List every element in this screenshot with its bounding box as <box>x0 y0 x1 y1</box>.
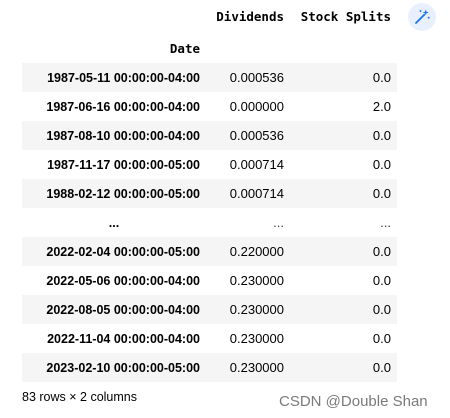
table-row: 2022-11-04 00:00:00-04:00 0.230000 0.0 <box>22 324 397 353</box>
table-row: 2022-05-06 00:00:00-04:00 0.230000 0.0 <box>22 266 397 295</box>
cell-stock-splits: 0.0 <box>372 273 391 288</box>
row-index-ellipsis: ... <box>108 215 120 230</box>
cell-stock-splits: 0.0 <box>372 244 391 259</box>
table-row: 1987-06-16 00:00:00-04:00 0.000000 2.0 <box>22 92 397 121</box>
cell-ellipsis: ... <box>273 215 284 230</box>
cell-dividends: 0.230000 <box>229 360 284 375</box>
row-index-date: 2022-11-04 00:00:00-04:00 <box>47 331 200 346</box>
row-index-date: 2022-08-05 00:00:00-04:00 <box>46 302 200 317</box>
cell-ellipsis: ... <box>380 215 391 230</box>
row-index-date: 1987-06-16 00:00:00-04:00 <box>46 99 200 114</box>
table-shape-caption: 83 rows × 2 columns <box>22 390 137 404</box>
header-blank <box>22 0 200 33</box>
cell-stock-splits: 0.0 <box>372 302 391 317</box>
column-header-dividends: Dividends <box>216 9 284 24</box>
row-index-date: 1988-02-12 00:00:00-05:00 <box>46 186 200 201</box>
cell-dividends: 0.000714 <box>229 186 284 201</box>
table-row: 1987-05-11 00:00:00-04:00 0.000536 0.0 <box>22 63 397 92</box>
cell-stock-splits: 0.0 <box>372 186 391 201</box>
cell-stock-splits: 0.0 <box>372 128 391 143</box>
column-header-stock-splits: Stock Splits <box>300 9 391 24</box>
watermark: CSDN @Double Shan <box>279 393 428 410</box>
row-index-date: 1987-11-17 00:00:00-05:00 <box>47 157 200 172</box>
cell-dividends: 0.000536 <box>229 128 284 143</box>
cell-dividends: 0.230000 <box>229 302 284 317</box>
cell-dividends: 0.000000 <box>229 99 284 114</box>
table-row: 1987-08-10 00:00:00-04:00 0.000536 0.0 <box>22 121 397 150</box>
row-index-date: 2023-02-10 00:00:00-05:00 <box>46 360 200 375</box>
row-index-date: 1987-08-10 00:00:00-04:00 <box>46 128 200 143</box>
row-index-date: 1987-05-11 00:00:00-04:00 <box>47 70 200 85</box>
cell-stock-splits: 0.0 <box>372 157 391 172</box>
cell-stock-splits: 0.0 <box>372 331 391 346</box>
cell-dividends: 0.220000 <box>229 244 284 259</box>
index-header-row: Date <box>22 33 397 63</box>
column-header-row: Dividends Stock Splits <box>22 0 397 33</box>
index-header-date: Date <box>169 40 200 56</box>
row-index-date: 2022-05-06 00:00:00-04:00 <box>46 273 200 288</box>
cell-dividends: 0.230000 <box>229 331 284 346</box>
magic-wand-button[interactable] <box>408 3 436 31</box>
cell-stock-splits: 2.0 <box>372 99 391 114</box>
dataframe-table: Dividends Stock Splits Date 1987-05-11 0… <box>22 0 397 382</box>
cell-stock-splits: 0.0 <box>372 360 391 375</box>
row-index-date: 2022-02-04 00:00:00-05:00 <box>46 244 200 259</box>
cell-dividends: 0.000714 <box>229 157 284 172</box>
cell-dividends: 0.230000 <box>229 273 284 288</box>
ellipsis-row: ... ... ... <box>22 208 397 237</box>
table-row: 1988-02-12 00:00:00-05:00 0.000714 0.0 <box>22 179 397 208</box>
cell-dividends: 0.000536 <box>229 70 284 85</box>
table-row: 1987-11-17 00:00:00-05:00 0.000714 0.0 <box>22 150 397 179</box>
table-row: 2022-08-05 00:00:00-04:00 0.230000 0.0 <box>22 295 397 324</box>
table-row: 2022-02-04 00:00:00-05:00 0.220000 0.0 <box>22 237 397 266</box>
table-row: 2023-02-10 00:00:00-05:00 0.230000 0.0 <box>22 353 397 382</box>
magic-wand-icon <box>415 9 431 24</box>
cell-stock-splits: 0.0 <box>372 70 391 85</box>
